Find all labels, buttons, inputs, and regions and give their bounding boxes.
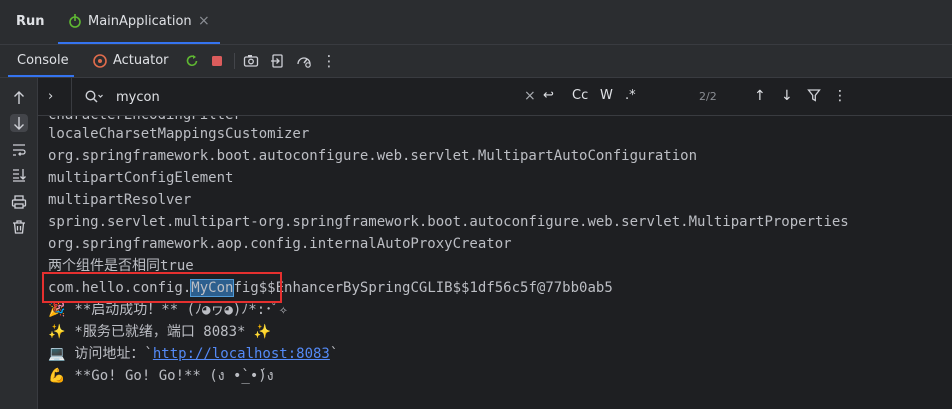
tab-main-application[interactable]: MainApplication ×: [58, 0, 220, 44]
chevron-right-icon[interactable]: ›: [48, 89, 53, 104]
console-line: 💻 访问地址：`http://localhost:8083`: [48, 343, 338, 365]
match-case-toggle[interactable]: Cc: [572, 88, 588, 103]
search-icon[interactable]: [84, 89, 104, 109]
run-window-title: Run: [16, 14, 45, 29]
stop-icon[interactable]: [208, 52, 226, 70]
console-line: 💪 **Go! Go! Go!** (ง •̀_•́)ง: [48, 365, 274, 387]
console-line: 🎉 **启动成功！** (ﾉ◕ヮ◕)ﾉ*:･ﾟ✧: [48, 299, 288, 321]
regex-toggle[interactable]: .*: [625, 88, 636, 103]
gauge-icon[interactable]: [295, 52, 313, 70]
search-match: MyCon: [190, 279, 235, 297]
match-suffix: fig$$EnhancerBySpringCGLIB$$1df56c5f@77b…: [233, 280, 613, 296]
console-side-toolbar: [0, 78, 38, 409]
console-line: 两个组件是否相同true: [48, 258, 194, 274]
console-line: org.springframework.boot.autoconfigure.w…: [48, 148, 698, 164]
console-line: spring.servlet.multipart-org.springframe…: [48, 214, 849, 230]
actuator-icon: [93, 54, 107, 68]
console-line-text: `: [329, 346, 339, 362]
console-line: org.springframework.aop.config.internalA…: [48, 236, 512, 252]
filter-icon[interactable]: [807, 88, 821, 106]
tab-console-label: Console: [17, 53, 69, 68]
console-line: multipartResolver: [48, 192, 192, 208]
tab-label: MainApplication: [88, 14, 192, 29]
rerun-icon[interactable]: [183, 52, 201, 70]
console-line-match: com.hello.config.MyConfig$$EnhancerBySpr…: [48, 277, 948, 299]
divider: [71, 78, 72, 116]
console-line-text: 访问地址：`: [66, 346, 153, 362]
toolbar-separator: [234, 53, 235, 69]
run-toolbar: Console Actuator ⋮: [0, 45, 952, 77]
console-line-text: *服务已就绪，端口 8083* ✨: [66, 324, 272, 340]
match-prefix: com.hello.config.: [48, 280, 192, 296]
find-bar: › × ↩ Cc W .* 2/2 ↑ ↓ ⋮: [38, 78, 952, 116]
party-icon: 🎉: [48, 302, 66, 318]
next-match-icon[interactable]: ↓: [781, 88, 793, 104]
flexed-biceps-icon: 💪: [48, 368, 66, 384]
match-count: 2/2: [699, 90, 717, 103]
exit-icon[interactable]: [269, 52, 287, 70]
console-line: multipartConfigElement: [48, 170, 234, 186]
console-panel: › × ↩ Cc W .* 2/2 ↑ ↓ ⋮ characterEncodin…: [38, 78, 952, 409]
sparkles-icon: ✨: [48, 324, 66, 340]
trash-icon[interactable]: [10, 218, 28, 236]
tab-actuator-label: Actuator: [113, 53, 169, 68]
console-output: characterEncodingFilter localeCharsetMap…: [48, 116, 948, 409]
console-line: localeCharsetMappingsCustomizer: [48, 126, 310, 142]
camera-icon[interactable]: [242, 52, 260, 70]
close-icon[interactable]: ×: [198, 13, 210, 29]
scroll-to-end-icon[interactable]: [10, 166, 28, 184]
new-line-icon[interactable]: ↩: [543, 88, 554, 103]
spring-icon: [68, 13, 82, 33]
console-line-text: **启动成功！** (ﾉ◕ヮ◕)ﾉ*:･ﾟ✧: [66, 302, 288, 318]
print-icon[interactable]: [10, 193, 28, 211]
tab-console[interactable]: Console: [0, 45, 76, 77]
console-line-text: **Go! Go! Go!** (ง •̀_•́)ง: [66, 368, 274, 384]
scroll-down-icon[interactable]: [10, 114, 28, 132]
localhost-link[interactable]: http://localhost:8083: [153, 346, 330, 362]
console-line: ✨ *服务已就绪，端口 8083* ✨: [48, 321, 271, 343]
tool-window-header: Run MainApplication ×: [0, 0, 952, 44]
search-input[interactable]: [116, 87, 516, 107]
laptop-icon: 💻: [48, 346, 66, 362]
more-icon[interactable]: ⋮: [833, 88, 847, 104]
scroll-up-icon[interactable]: [10, 89, 28, 107]
soft-wrap-icon[interactable]: [10, 141, 28, 159]
previous-match-icon[interactable]: ↑: [754, 88, 766, 104]
more-icon[interactable]: ⋮: [320, 52, 338, 70]
whole-words-toggle[interactable]: W: [600, 88, 613, 103]
close-icon[interactable]: ×: [524, 88, 536, 104]
